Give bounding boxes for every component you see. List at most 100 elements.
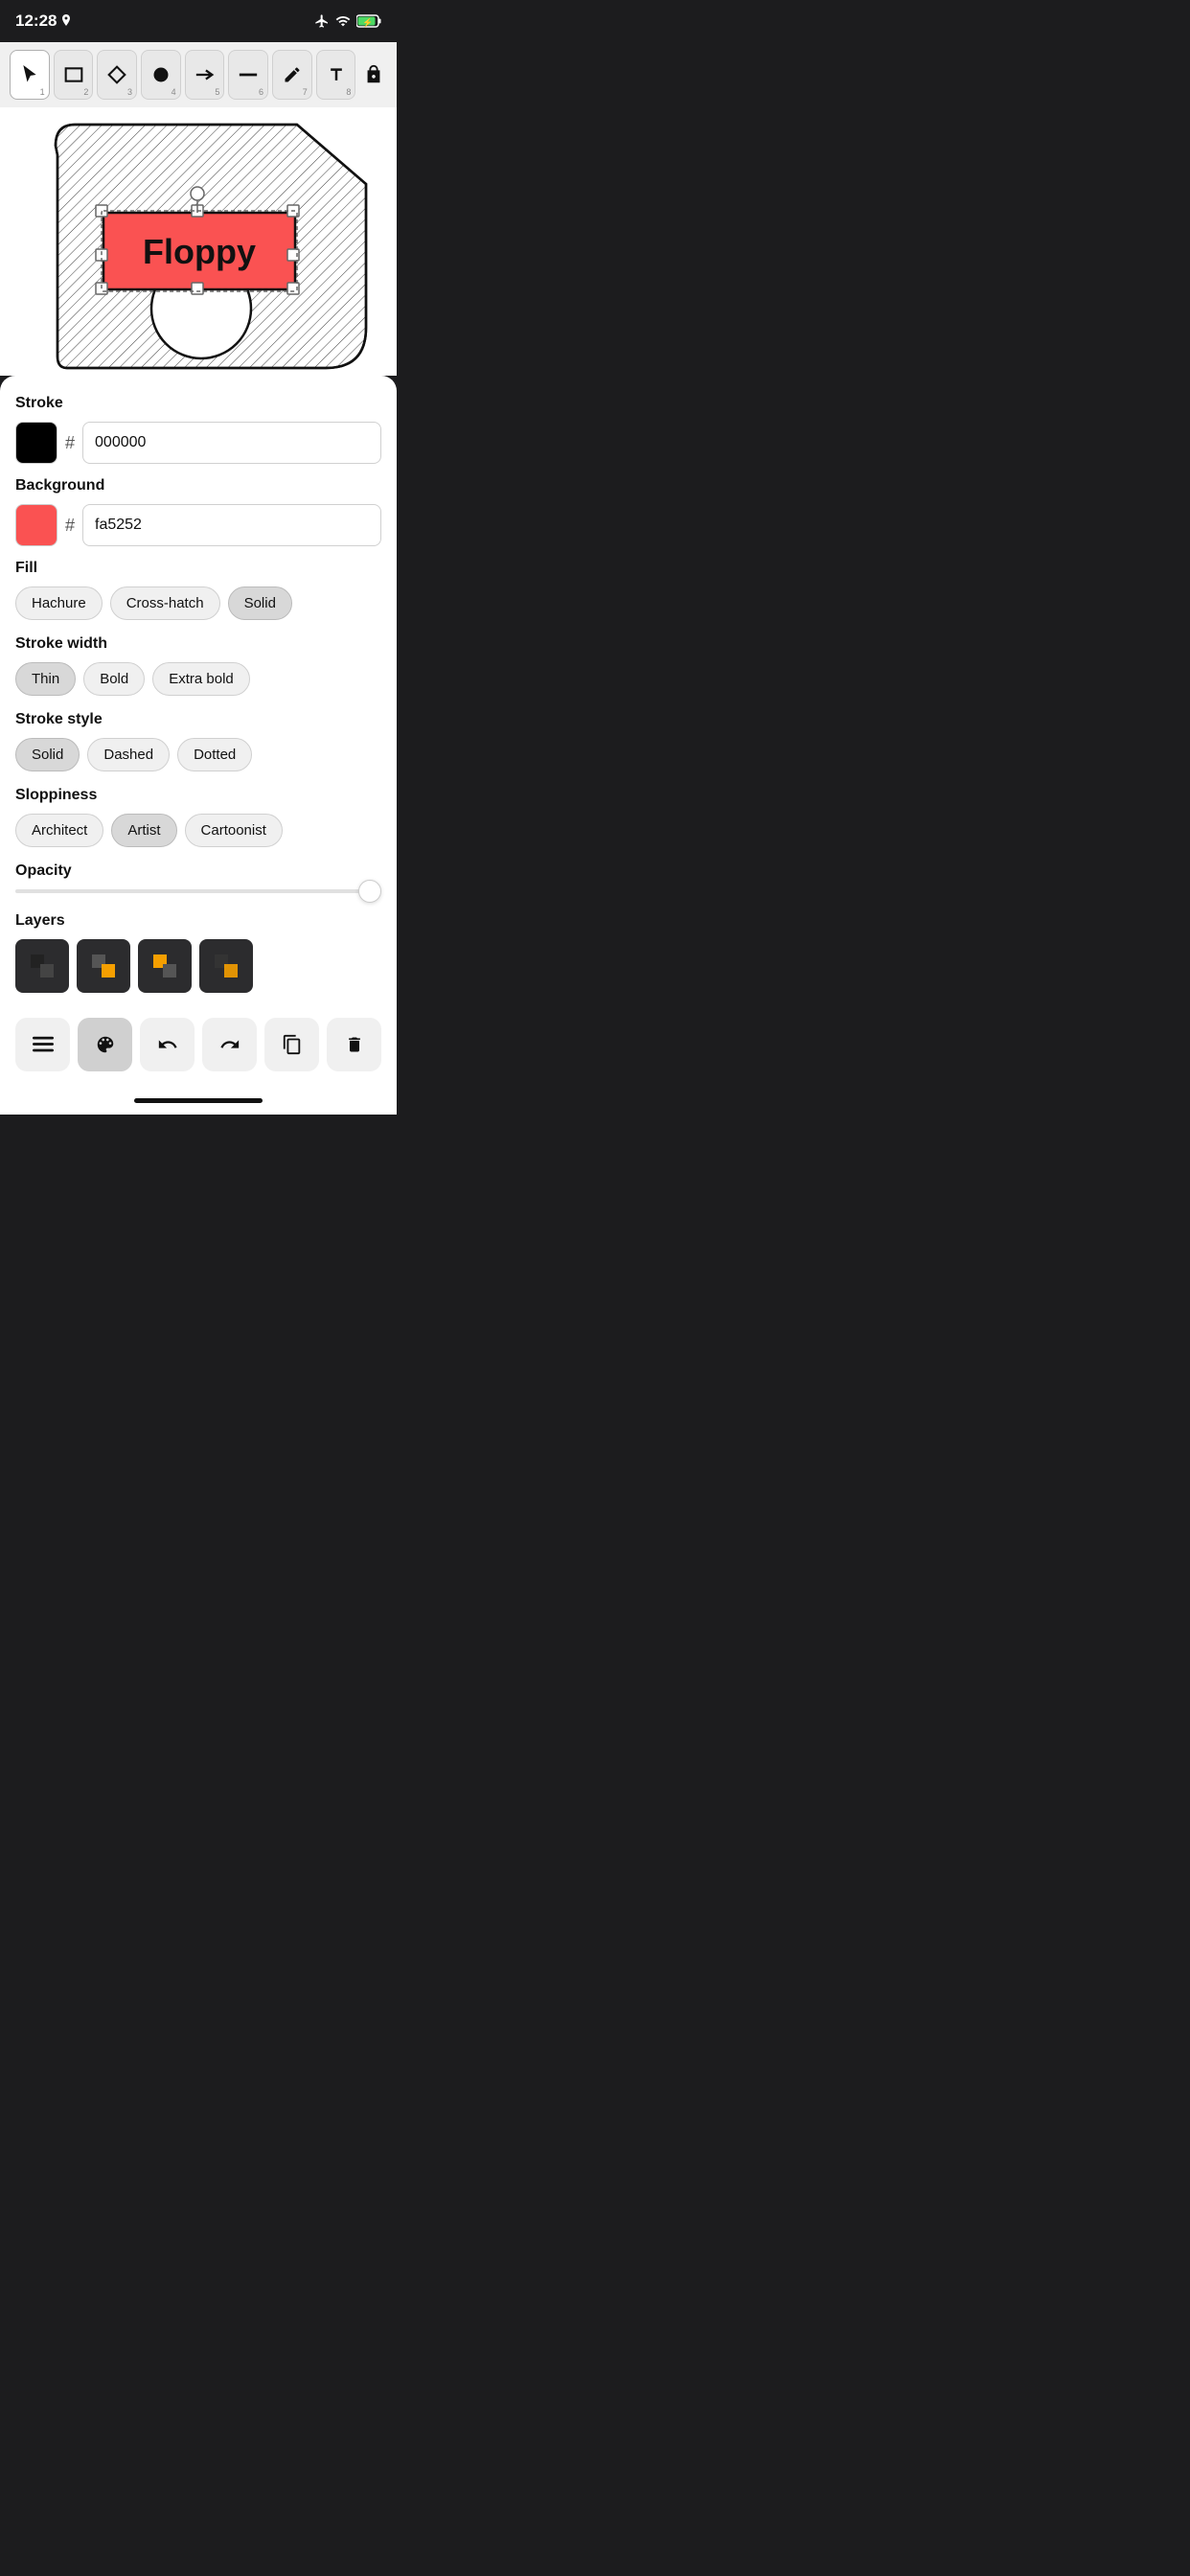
line-icon (238, 72, 259, 78)
stroke-style-options: Solid Dashed Dotted (15, 738, 381, 771)
arrow-icon (195, 68, 216, 81)
tool-text[interactable]: 8 (316, 50, 356, 100)
undo-button[interactable] (140, 1018, 195, 1071)
fill-hachure[interactable]: Hachure (15, 586, 103, 620)
svg-text:⚡: ⚡ (362, 17, 373, 29)
opacity-slider-track[interactable] (15, 889, 381, 893)
layer-icon-2 (88, 951, 119, 981)
tool-num-7: 7 (303, 87, 308, 97)
sloppiness-artist[interactable]: Artist (111, 814, 176, 847)
stroke-dashed[interactable]: Dashed (87, 738, 170, 771)
home-indicator (0, 1091, 397, 1115)
fill-label: Fill (15, 560, 381, 577)
menu-icon (33, 1036, 54, 1053)
stroke-hash: # (65, 433, 75, 453)
canvas-area[interactable]: Floppy (0, 107, 397, 376)
tool-select[interactable]: 1 (10, 50, 50, 100)
layer-item-1[interactable] (15, 939, 69, 993)
status-icons: ⚡ (314, 13, 381, 29)
tool-arrow[interactable]: 5 (185, 50, 225, 100)
tool-num-8: 8 (346, 87, 351, 97)
duplicate-button[interactable] (264, 1018, 319, 1071)
layers-label: Layers (15, 912, 381, 930)
stroke-width-label: Stroke width (15, 635, 381, 653)
tool-rect[interactable]: 2 (54, 50, 94, 100)
background-hash: # (65, 516, 75, 536)
svg-text:Floppy: Floppy (143, 232, 256, 271)
rect-icon (64, 66, 83, 83)
delete-button[interactable] (327, 1018, 381, 1071)
tool-pen[interactable]: 7 (272, 50, 312, 100)
fill-options: Hachure Cross-hatch Solid (15, 586, 381, 620)
layer-items (15, 939, 381, 993)
tool-num-3: 3 (127, 87, 132, 97)
layer-icon-4 (211, 951, 241, 981)
sloppiness-cartoonist[interactable]: Cartoonist (185, 814, 283, 847)
undo-icon (157, 1034, 178, 1055)
battery-icon: ⚡ (356, 14, 381, 28)
home-bar (134, 1098, 263, 1103)
sloppiness-architect[interactable]: Architect (15, 814, 103, 847)
stroke-width-options: Thin Bold Extra bold (15, 662, 381, 696)
tool-num-1: 1 (40, 87, 45, 97)
stroke-color-row: # (15, 422, 381, 464)
layers-section: Layers (15, 912, 381, 993)
lock-open-icon (363, 64, 384, 85)
toolbar: 1 2 3 4 5 6 7 (0, 42, 397, 107)
pen-icon (283, 65, 302, 84)
opacity-label: Opacity (15, 862, 381, 880)
background-color-input[interactable] (82, 504, 381, 546)
layer-item-2[interactable] (77, 939, 130, 993)
opacity-slider-thumb[interactable] (358, 880, 381, 903)
background-label: Background (15, 477, 381, 494)
stroke-color-input[interactable] (82, 422, 381, 464)
layer-icon-1 (27, 951, 57, 981)
time-display: 12:28 (15, 12, 57, 31)
wifi-icon (335, 13, 351, 29)
stroke-extra-bold[interactable]: Extra bold (152, 662, 250, 696)
location-icon (60, 14, 72, 28)
trash-icon (345, 1034, 364, 1055)
status-time: 12:28 (15, 12, 72, 31)
background-color-swatch[interactable] (15, 504, 57, 546)
fill-crosshatch[interactable]: Cross-hatch (110, 586, 220, 620)
copy-icon (282, 1034, 303, 1055)
tool-num-2: 2 (83, 87, 88, 97)
tool-diamond[interactable]: 3 (97, 50, 137, 100)
sloppiness-options: Architect Artist Cartoonist (15, 814, 381, 847)
tool-circle[interactable]: 4 (141, 50, 181, 100)
lock-button[interactable] (359, 50, 387, 100)
airplane-icon (314, 13, 330, 29)
stroke-bold[interactable]: Bold (83, 662, 145, 696)
stroke-color-swatch[interactable] (15, 422, 57, 464)
text-icon (327, 65, 346, 84)
redo-button[interactable] (202, 1018, 257, 1071)
background-color-row: # (15, 504, 381, 546)
stroke-thin[interactable]: Thin (15, 662, 76, 696)
drawing-canvas[interactable]: Floppy (0, 107, 397, 376)
layer-item-3[interactable] (138, 939, 192, 993)
circle-icon (151, 65, 171, 84)
bottom-panel: Stroke # Background # Fill Hachure Cross… (0, 376, 397, 1091)
diamond-icon (107, 65, 126, 84)
layer-icon-3 (149, 951, 180, 981)
stroke-label: Stroke (15, 395, 381, 412)
stroke-dotted[interactable]: Dotted (177, 738, 252, 771)
tool-num-5: 5 (215, 87, 219, 97)
opacity-section: Opacity (15, 862, 381, 893)
redo-icon (219, 1034, 240, 1055)
layer-item-4[interactable] (199, 939, 253, 993)
tool-num-6: 6 (259, 87, 263, 97)
tool-line[interactable]: 6 (228, 50, 268, 100)
stroke-solid[interactable]: Solid (15, 738, 80, 771)
action-bar (15, 1008, 381, 1091)
stroke-style-label: Stroke style (15, 711, 381, 728)
status-bar: 12:28 ⚡ (0, 0, 397, 42)
fill-solid[interactable]: Solid (228, 586, 292, 620)
palette-icon (95, 1034, 116, 1055)
style-button[interactable] (78, 1018, 132, 1071)
menu-button[interactable] (15, 1018, 70, 1071)
tool-num-4: 4 (172, 87, 176, 97)
sloppiness-label: Sloppiness (15, 787, 381, 804)
cursor-icon (20, 65, 39, 84)
